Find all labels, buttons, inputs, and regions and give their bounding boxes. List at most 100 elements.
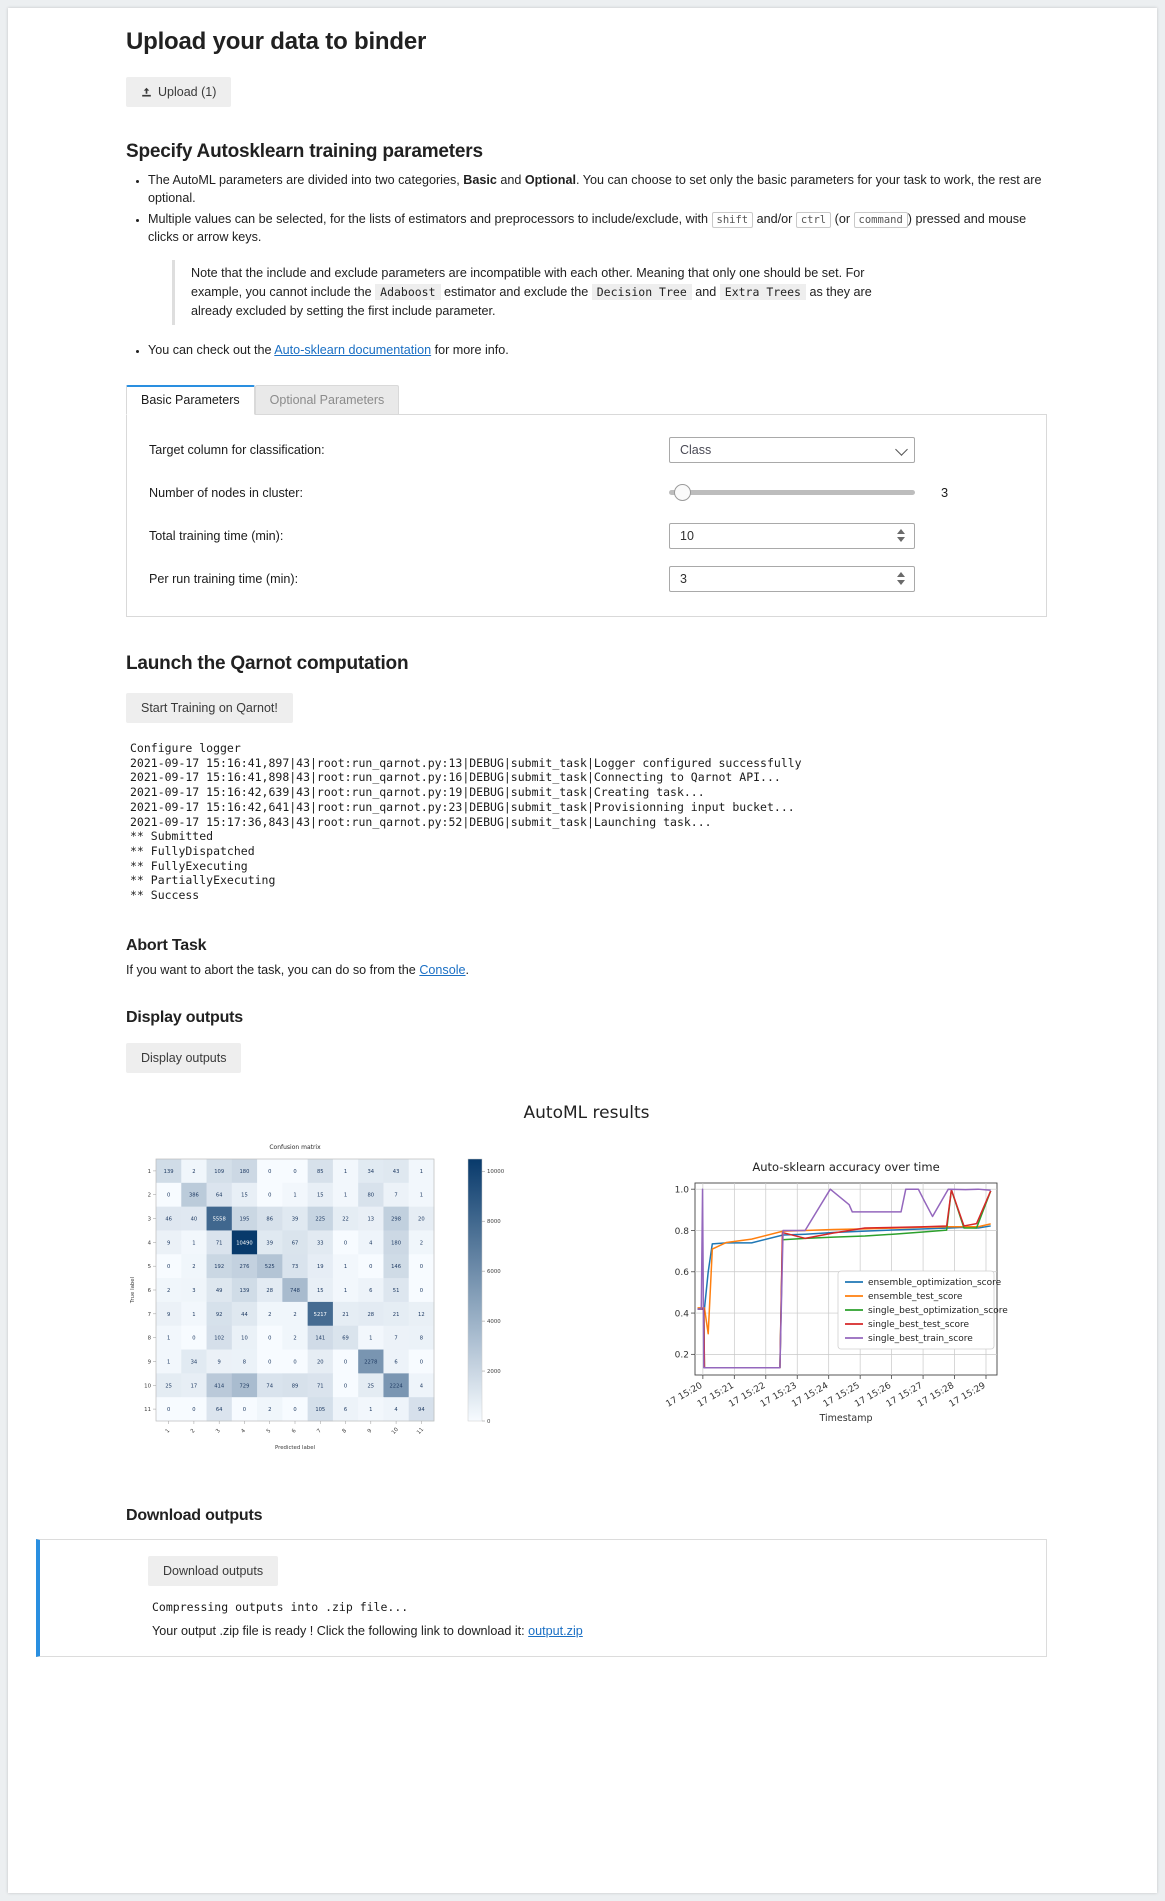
console-link[interactable]: Console: [419, 963, 465, 977]
svg-text:1: 1: [165, 1428, 172, 1435]
arrow-up-icon[interactable]: [897, 529, 905, 535]
svg-text:71: 71: [216, 1240, 223, 1246]
svg-text:729: 729: [240, 1383, 250, 1389]
svg-text:195: 195: [240, 1216, 250, 1222]
arrow-down-icon[interactable]: [897, 537, 905, 543]
start-training-button[interactable]: Start Training on Qarnot!: [126, 692, 293, 723]
svg-text:8: 8: [341, 1427, 348, 1434]
svg-text:2: 2: [268, 1407, 271, 1413]
stepper-arrows[interactable]: [893, 529, 909, 543]
svg-text:386: 386: [189, 1193, 199, 1199]
svg-text:34: 34: [191, 1359, 198, 1365]
label-nodes-in-cluster: Number of nodes in cluster:: [149, 485, 303, 500]
svg-text:1: 1: [167, 1359, 170, 1365]
svg-text:0: 0: [369, 1264, 372, 1270]
svg-text:298: 298: [391, 1216, 401, 1222]
include-exclude-note: Note that the include and exclude parame…: [172, 260, 881, 325]
svg-text:180: 180: [240, 1169, 250, 1175]
abort-text: If you want to abort the task, you can d…: [126, 962, 470, 977]
nodes-slider[interactable]: [669, 484, 915, 502]
svg-text:80: 80: [368, 1193, 375, 1199]
svg-text:146: 146: [391, 1264, 401, 1270]
svg-text:1: 1: [192, 1240, 195, 1246]
svg-text:0: 0: [268, 1193, 271, 1199]
charts-row: Confusion matrix 139 2 109 180 0 0 85 1 34 43 1 0 386…: [126, 1137, 1047, 1477]
svg-text:39: 39: [292, 1216, 299, 1222]
svg-text:69: 69: [342, 1335, 349, 1341]
svg-text:15: 15: [241, 1193, 248, 1199]
display-outputs-button[interactable]: Display outputs: [126, 1042, 242, 1073]
svg-text:0.4: 0.4: [675, 1309, 690, 1319]
per-run-training-time-value[interactable]: 3: [670, 572, 893, 586]
svg-text:141: 141: [315, 1335, 325, 1341]
svg-text:2: 2: [167, 1288, 170, 1294]
svg-text:1: 1: [369, 1335, 372, 1341]
svg-text:92: 92: [216, 1312, 223, 1318]
svg-text:0: 0: [243, 1407, 246, 1413]
label-per-run-training-time: Per run training time (min):: [149, 571, 299, 586]
svg-text:0: 0: [420, 1359, 423, 1365]
display-outputs-heading: Display outputs: [126, 1008, 244, 1026]
abort-heading: Abort Task: [126, 936, 207, 954]
download-outputs-button[interactable]: Download outputs: [148, 1555, 279, 1586]
svg-text:10000: 10000: [487, 1169, 505, 1175]
svg-text:43: 43: [393, 1169, 400, 1175]
svg-text:10490: 10490: [236, 1240, 253, 1246]
svg-text:1: 1: [344, 1169, 347, 1175]
key-shift: shift: [711, 211, 754, 228]
stepper-arrows[interactable]: [893, 572, 909, 586]
tab-strip: Basic Parameters Optional Parameters: [126, 384, 1047, 415]
auto-sklearn-doc-link[interactable]: Auto-sklearn documentation: [274, 343, 431, 357]
svg-text:0: 0: [344, 1383, 347, 1389]
svg-text:2: 2: [190, 1428, 197, 1435]
total-training-time-value[interactable]: 10: [670, 529, 893, 543]
confusion-matrix-chart: Confusion matrix139 2 109 180 0 0 85 1 34 43 10 386…: [130, 1144, 505, 1451]
svg-text:25: 25: [368, 1383, 375, 1389]
svg-text:105: 105: [315, 1407, 325, 1413]
svg-text:2: 2: [268, 1312, 271, 1318]
svg-text:1: 1: [344, 1193, 347, 1199]
svg-text:49: 49: [216, 1288, 223, 1294]
start-training-button-label: Start Training on Qarnot!: [141, 700, 278, 715]
svg-text:8: 8: [243, 1359, 246, 1365]
svg-text:2: 2: [148, 1193, 151, 1199]
output-zip-link[interactable]: output.zip: [528, 1624, 583, 1638]
svg-text:5558: 5558: [213, 1216, 226, 1222]
svg-text:5: 5: [266, 1428, 273, 1435]
svg-text:0.8: 0.8: [675, 1227, 690, 1237]
svg-text:Predicted label: Predicted label: [275, 1445, 315, 1451]
tab-optional-parameters[interactable]: Optional Parameters: [254, 384, 400, 414]
nodes-slider-track[interactable]: [669, 484, 915, 502]
nodes-slider-value: 3: [941, 485, 949, 501]
svg-text:9: 9: [218, 1359, 221, 1365]
svg-text:0: 0: [420, 1264, 423, 1270]
svg-text:8: 8: [148, 1335, 152, 1341]
total-training-time-stepper[interactable]: 10: [669, 522, 915, 549]
row-total-training-time: Total training time (min): 10: [149, 519, 1024, 553]
svg-text:0: 0: [268, 1335, 271, 1341]
display-outputs-button-label: Display outputs: [141, 1050, 227, 1065]
arrow-up-icon[interactable]: [897, 572, 905, 578]
svg-text:9: 9: [167, 1312, 170, 1318]
launch-heading: Launch the Qarnot computation: [126, 652, 409, 674]
arrow-down-icon[interactable]: [897, 580, 905, 586]
svg-text:0: 0: [268, 1359, 271, 1365]
target-column-select[interactable]: Class: [669, 436, 915, 463]
svg-text:3: 3: [192, 1288, 195, 1294]
svg-text:51: 51: [393, 1288, 400, 1294]
basic-parameters-panel: Target column for classification: Class …: [126, 413, 1047, 617]
svg-text:10: 10: [391, 1426, 400, 1436]
tab-basic-parameters[interactable]: Basic Parameters: [126, 384, 255, 415]
download-ready-text: Your output .zip file is ready ! Click t…: [152, 1623, 583, 1638]
svg-text:5: 5: [148, 1264, 151, 1270]
svg-text:1: 1: [369, 1407, 372, 1413]
svg-text:17 15:29: 17 15:29: [948, 1381, 988, 1410]
upload-button[interactable]: Upload (1): [126, 77, 232, 107]
parameters-tabs-block: Basic Parameters Optional Parameters Tar…: [126, 384, 1047, 617]
svg-text:2: 2: [293, 1312, 296, 1318]
nodes-slider-knob[interactable]: [674, 484, 691, 502]
svg-text:single_best_test_score: single_best_test_score: [868, 1320, 970, 1330]
svg-text:2224: 2224: [389, 1383, 403, 1389]
svg-text:0: 0: [192, 1335, 195, 1341]
per-run-training-time-stepper[interactable]: 3: [669, 565, 915, 592]
